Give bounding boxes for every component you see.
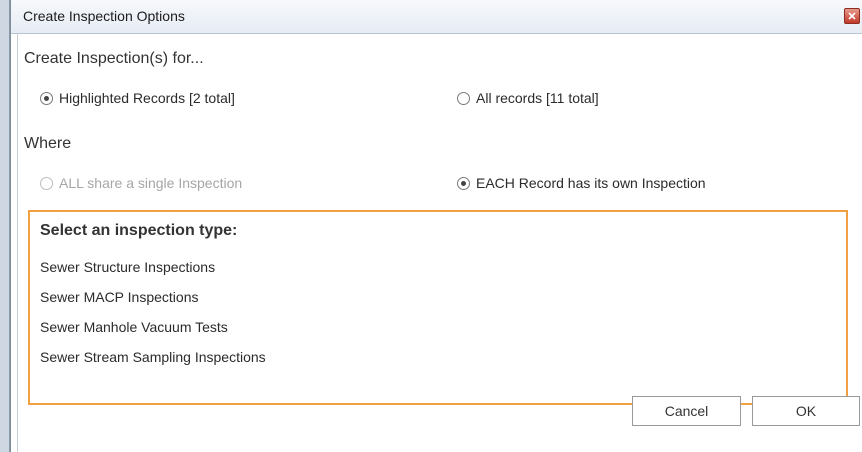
- radio-all-share-single: ALL share a single Inspection: [40, 175, 242, 191]
- inspection-type-item[interactable]: Sewer Stream Sampling Inspections: [40, 349, 266, 365]
- inspection-type-item[interactable]: Sewer Manhole Vacuum Tests: [40, 319, 228, 335]
- radio-button-icon[interactable]: [457, 176, 470, 190]
- where-heading: Where: [24, 135, 72, 152]
- background-window-edge: [0, 0, 10, 452]
- create-for-heading: Create Inspection(s) for...: [24, 50, 204, 67]
- inspection-type-group: Select an inspection type: Sewer Structu…: [28, 210, 848, 405]
- dialog-title: Create Inspection Options: [23, 8, 185, 24]
- close-button[interactable]: [844, 8, 860, 24]
- radio-button-icon: [40, 176, 53, 190]
- dialog-body: Create Inspection(s) for... Highlighted …: [17, 33, 862, 452]
- radio-label: EACH Record has its own Inspection: [476, 175, 706, 191]
- create-inspection-dialog: Create Inspection Options Create Inspect…: [10, 0, 862, 452]
- radio-label: ALL share a single Inspection: [59, 175, 243, 191]
- radio-each-record-own[interactable]: EACH Record has its own Inspection: [457, 175, 706, 191]
- title-bar[interactable]: Create Inspection Options: [11, 0, 862, 34]
- close-icon: [848, 12, 856, 20]
- ok-button[interactable]: OK: [752, 396, 860, 426]
- radio-button-icon[interactable]: [40, 91, 53, 105]
- inspection-type-heading: Select an inspection type:: [40, 222, 238, 239]
- inspection-type-item[interactable]: Sewer Structure Inspections: [40, 259, 215, 275]
- radio-all-records[interactable]: All records [11 total]: [457, 90, 599, 106]
- radio-label: Highlighted Records [2 total]: [59, 90, 235, 106]
- radio-button-icon[interactable]: [457, 91, 470, 105]
- cancel-button[interactable]: Cancel: [632, 396, 741, 426]
- inspection-type-item[interactable]: Sewer MACP Inspections: [40, 289, 198, 305]
- radio-highlighted-records[interactable]: Highlighted Records [2 total]: [40, 90, 235, 106]
- radio-label: All records [11 total]: [476, 90, 599, 106]
